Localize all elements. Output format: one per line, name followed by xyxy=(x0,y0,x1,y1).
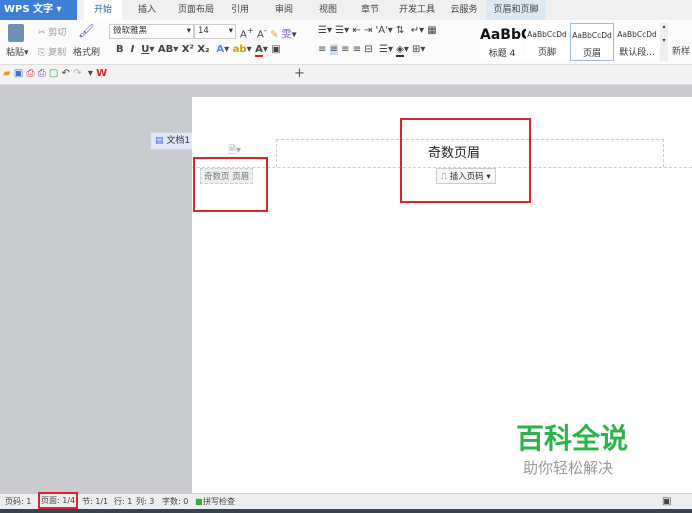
document-icon: ▤ xyxy=(155,136,164,146)
format-painter-icon: 🖌 xyxy=(78,24,95,39)
paste-button[interactable]: 粘贴▾ xyxy=(6,45,29,58)
format-painter-button[interactable]: 格式刷 xyxy=(73,45,100,58)
font-format-buttons[interactable]: B I U▾ AB▾ X² X₂ A▾ ab▾ A▾ ▣ xyxy=(116,44,281,57)
app-title: WPS 文字 xyxy=(4,4,54,15)
tab-cloud[interactable]: 云服务 xyxy=(446,0,482,20)
tab-developer[interactable]: 开发工具 xyxy=(394,0,440,20)
font-grow-shrink-buttons[interactable]: A+ A- ✎ 雯▾ xyxy=(240,25,297,40)
style-footer[interactable]: AaBbCcDd 页脚 xyxy=(526,23,568,61)
cut-button[interactable]: ✂ 剪切 xyxy=(38,25,66,38)
status-col: 列: 3 xyxy=(136,497,155,506)
tab-header-footer[interactable]: 页眉和页脚 xyxy=(486,0,546,20)
status-words: 字数: 0 xyxy=(162,497,189,506)
tab-section[interactable]: 章节 xyxy=(354,0,386,20)
tab-insert[interactable]: 插入 xyxy=(130,0,164,20)
alignment-buttons[interactable]: ≡ ≡ ≡ ≡ ⊟ ☰▾ ◈▾ ⊞▾ xyxy=(318,44,425,57)
spell-check-button[interactable]: 拼写检查 xyxy=(203,494,235,509)
highlight-box xyxy=(400,118,531,203)
title-bar: WPS 文字 ▾ 开始 插入 页面布局 引用 审阅 视图 章节 开发工具 云服务… xyxy=(0,0,692,20)
status-row: 行: 1 xyxy=(114,497,133,506)
ribbon: 粘贴▾ ✂ 剪切 ⎘ 复制 🖌 格式刷 微软雅黑 ▾ 14 ▾ A+ A- ✎ 雯▾… xyxy=(0,20,692,65)
new-style-button[interactable]: 新样 xyxy=(672,44,690,57)
quick-access-icons[interactable]: ▰ ▣ ⎙ ⎙ ▢ ↶ ↷ ▾ W xyxy=(3,68,107,79)
paste-icon xyxy=(8,24,24,42)
watermark-brand: 百科全说 xyxy=(516,422,629,455)
status-section: 节: 1/1 xyxy=(82,497,109,506)
tab-view[interactable]: 视图 xyxy=(312,0,344,20)
tab-page-layout[interactable]: 页面布局 xyxy=(170,0,222,20)
copy-button[interactable]: ⎘ 复制 xyxy=(38,45,66,58)
style-heading4[interactable]: AaBbC 标题 4 xyxy=(480,23,531,61)
status-page[interactable]: 页面: 1/4 xyxy=(38,492,79,509)
watermark-slogan: 助你轻松解决 xyxy=(523,459,614,477)
styles-scroll[interactable]: ▴ ▾ xyxy=(660,23,668,61)
quick-access-bar: ▰ ▣ ⎙ ⎙ ▢ ↶ ↷ ▾ W ▤ 文档1 *× + xyxy=(0,65,692,150)
style-header[interactable]: AaBbCcDd 页眉 xyxy=(570,23,614,61)
highlight-box xyxy=(193,157,268,212)
tab-review[interactable]: 审阅 xyxy=(268,0,300,20)
paragraph-buttons[interactable]: ☰▾ ☰▾ ⇤ ⇥ 'A'▾ ⇅ ↵▾ ▦ xyxy=(318,25,437,36)
status-bar: 页码: 1 页面: 1/4 节: 1/1 行: 1 列: 3 字数: 0 ■ 拼… xyxy=(0,492,692,509)
font-size-select[interactable]: 14 ▾ xyxy=(194,24,236,39)
wps-menu-button[interactable]: WPS 文字 ▾ xyxy=(0,0,77,20)
fullscreen-icon[interactable]: ▣ xyxy=(662,494,671,509)
new-tab-button[interactable]: + xyxy=(294,66,305,81)
style-default[interactable]: AaBbCcDd 默认段... xyxy=(616,23,658,61)
tab-references[interactable]: 引用 xyxy=(224,0,256,20)
font-family-select[interactable]: 微软雅黑 ▾ xyxy=(109,24,194,39)
tab-home[interactable]: 开始 xyxy=(84,0,122,20)
spell-check-icon: ■ xyxy=(195,497,203,506)
status-page-number: 页码: 1 xyxy=(5,497,32,506)
taskbar xyxy=(0,509,692,513)
document-page[interactable]: 🗎▾ 奇数页 页眉 奇数页眉 ⎍ 插入页码 ▾ 百科全说 助你轻松解决 xyxy=(192,97,692,493)
